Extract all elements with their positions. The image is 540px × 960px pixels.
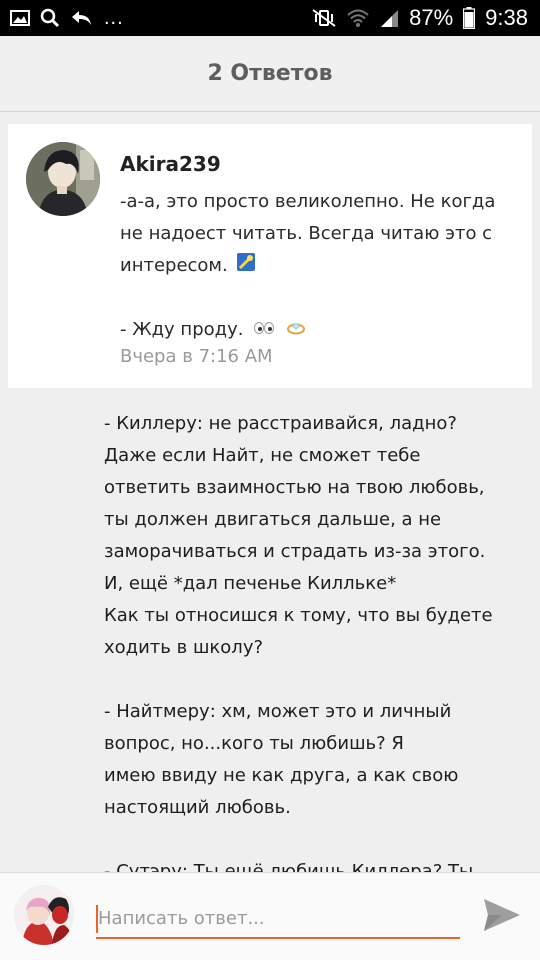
battery-icon	[463, 7, 476, 29]
comment-timestamp: Вчера в 7:16 AM	[120, 346, 273, 367]
comment-line-with-emoji: интересом.	[120, 250, 520, 282]
comment-line: не надоест читать. Всегда читаю это с	[120, 223, 493, 244]
status-bar: ... 87% 9:38	[0, 0, 540, 36]
story-line: - Киллеру: не расстраивайся, ладно?	[104, 413, 457, 434]
page-title: 2 Ответов	[207, 61, 333, 86]
status-bar-right: 87% 9:38	[311, 5, 528, 31]
battery-level: 87%	[409, 5, 454, 30]
story-line: - Сутэру: Ты ещё любишь Киллера? Ты	[104, 861, 474, 872]
comment-line: -а-а, это просто великолепно. Не когда	[120, 191, 496, 212]
ring-emoji-icon	[285, 314, 307, 346]
story-line: ходить в школу?	[104, 637, 264, 658]
comet-emoji-icon	[237, 250, 256, 282]
reply-bar	[0, 872, 540, 960]
comment-text: -а-а, это просто великолепно. Не когда н…	[120, 186, 520, 346]
status-overflow: ...	[104, 6, 124, 29]
wifi-icon	[347, 8, 369, 28]
story-line: ответить взаимностью на твою любовь,	[104, 477, 485, 498]
story-line: настоящий любовь.	[104, 797, 291, 818]
reply-text: - Киллеру: не расстраивайся, ладно? Даже…	[104, 408, 524, 872]
reply-arrow-icon	[70, 9, 92, 27]
comment-line: интересом.	[120, 255, 228, 276]
status-bar-left: ...	[10, 7, 124, 30]
story-line: Как ты относишся к тому, что вы будете	[104, 605, 493, 626]
story-line: заморачиваться и страдать из-за этого.	[104, 541, 486, 562]
comment-author[interactable]: Akira239	[120, 152, 221, 176]
image-icon	[10, 10, 30, 26]
text-cursor	[96, 905, 98, 933]
reply-input[interactable]	[96, 899, 460, 939]
comment-card[interactable]: Akira239 -а-а, это просто великолепно. Н…	[8, 124, 532, 388]
story-line: Даже если Найт, не сможет тебе	[104, 445, 421, 466]
story-line: ты должен двигаться дальше, а не	[104, 509, 442, 530]
comment-line-with-emoji: - Жду проду.	[120, 314, 520, 346]
clock: 9:38	[485, 5, 528, 30]
replies-header: 2 Ответов	[0, 36, 540, 112]
story-line: - Найтмеру: хм, может это и личный	[104, 701, 452, 722]
story-line: имею ввиду не как друга, а как свою	[104, 765, 459, 786]
send-icon	[482, 897, 522, 937]
send-button[interactable]	[480, 897, 524, 937]
eyes-emoji-icon	[253, 314, 275, 346]
mute-vibrate-icon	[311, 8, 337, 28]
user-avatar[interactable]	[14, 885, 74, 945]
signal-icon	[379, 8, 399, 28]
search-icon	[40, 8, 60, 28]
story-line: вопрос, но...кого ты любишь? Я	[104, 733, 404, 754]
author-avatar[interactable]	[26, 142, 100, 216]
story-line: И, ещё *дал печенье Киллькe*	[104, 573, 397, 594]
comment-line: - Жду проду.	[120, 319, 244, 340]
